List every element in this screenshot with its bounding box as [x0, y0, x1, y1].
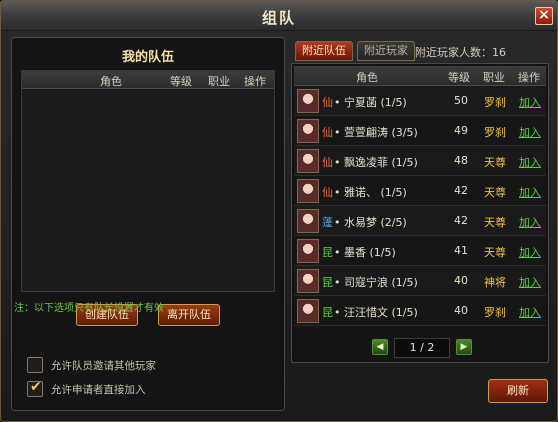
join-link[interactable]: 加入	[516, 244, 544, 260]
my-team-table-header: 角色 等级 职业 操作	[22, 71, 274, 89]
faction-badge: 仙	[322, 186, 333, 199]
avatar	[297, 149, 319, 173]
avatar	[297, 299, 319, 323]
join-link[interactable]: 加入	[516, 184, 544, 200]
allow-invite-checkbox[interactable]	[27, 357, 43, 373]
player-name: • 汪汪惜文 (1/5)	[334, 306, 418, 319]
refresh-button[interactable]: 刷新	[488, 379, 548, 403]
column-action: 操作	[244, 75, 266, 88]
avatar	[297, 209, 319, 233]
table-row: 蓬 • 水易梦 (2/5) 42 天尊 加入	[294, 206, 546, 236]
player-job: 罗刹	[484, 306, 506, 319]
player-job: 罗刹	[484, 96, 506, 109]
player-level: 40	[454, 304, 468, 317]
table-row: 仙 • 雅诺、 (1/5) 42 天尊 加入	[294, 176, 546, 206]
player-level: 42	[454, 184, 468, 197]
player-job: 罗刹	[484, 126, 506, 139]
checkmark-icon: ✔	[30, 379, 42, 395]
tab-nearby-players[interactable]: 附近玩家	[357, 41, 415, 61]
player-name: • 墨香 (1/5)	[334, 246, 396, 259]
column-action: 操作	[518, 71, 540, 84]
join-link[interactable]: 加入	[516, 274, 544, 290]
player-level: 49	[454, 124, 468, 137]
nearby-table-header: 角色 等级 职业 操作	[294, 66, 546, 86]
player-name: • 宁夏菡 (1/5)	[334, 96, 407, 109]
avatar	[297, 179, 319, 203]
player-name: • 雅诺、 (1/5)	[334, 186, 407, 199]
player-level: 42	[454, 214, 468, 227]
faction-badge: 昆	[322, 276, 333, 289]
table-row: 昆 • 司寇宁浪 (1/5) 40 神将 加入	[294, 266, 546, 296]
nearby-teams-table: 角色 等级 职业 操作 仙 • 宁夏菡 (1/5) 50 罗刹 加入仙 • 萱萱翩涛 (3…	[294, 66, 546, 328]
column-role: 角色	[100, 75, 122, 88]
player-name: • 飘逸凌菲 (1/5)	[334, 156, 418, 169]
avatar	[297, 119, 319, 143]
column-level: 等级	[170, 75, 192, 88]
nearby-count-value: 16	[492, 46, 506, 59]
player-job: 天尊	[484, 216, 506, 229]
title-bar[interactable]: 组队 ×	[1, 1, 557, 31]
column-role: 角色	[356, 71, 378, 84]
table-row: 仙 • 飘逸凌菲 (1/5) 48 天尊 加入	[294, 146, 546, 176]
my-team-panel: 我的队伍 角色 等级 职业 操作 创建队伍 离开队伍	[11, 37, 285, 411]
faction-badge: 昆	[322, 306, 333, 319]
table-row: 昆 • 墨香 (1/5) 41 天尊 加入	[294, 236, 546, 266]
pager: ◀ 1 / 2 ▶	[372, 338, 472, 358]
avatar	[297, 269, 319, 293]
table-row: 仙 • 萱萱翩涛 (3/5) 49 罗刹 加入	[294, 116, 546, 146]
faction-badge: 仙	[322, 126, 333, 139]
player-level: 40	[454, 274, 468, 287]
table-row: 仙 • 宁夏菡 (1/5) 50 罗刹 加入	[294, 86, 546, 116]
join-link[interactable]: 加入	[516, 214, 544, 230]
allow-invite-label: 允许队员邀请其他玩家	[51, 360, 156, 372]
faction-badge: 蓬	[322, 216, 333, 229]
tab-nearby-teams[interactable]: 附近队伍	[295, 41, 353, 61]
leader-note: 注：以下选项只有队长设置才有效	[14, 303, 164, 314]
player-name: • 水易梦 (2/5)	[334, 216, 407, 229]
join-link[interactable]: 加入	[516, 94, 544, 110]
faction-badge: 昆	[322, 246, 333, 259]
player-job: 神将	[484, 276, 506, 289]
player-level: 41	[454, 244, 468, 257]
nearby-teams-panel: 角色 等级 职业 操作 仙 • 宁夏菡 (1/5) 50 罗刹 加入仙 • 萱萱翩涛 (3…	[291, 63, 549, 363]
join-link[interactable]: 加入	[516, 154, 544, 170]
faction-badge: 仙	[322, 96, 333, 109]
my-team-table: 角色 等级 职业 操作	[21, 70, 275, 292]
join-link[interactable]: 加入	[516, 124, 544, 140]
nearby-player-count: 附近玩家人数：16	[415, 44, 506, 60]
team-window: 组队 × 我的队伍 角色 等级 职业 操作 创建队伍 离开队伍 注：以下选项只有…	[0, 0, 558, 422]
avatar	[297, 89, 319, 113]
player-job: 天尊	[484, 186, 506, 199]
table-row: 昆 • 汪汪惜文 (1/5) 40 罗刹 加入	[294, 296, 546, 326]
prev-page-icon[interactable]: ◀	[372, 339, 388, 355]
page-indicator: 1 / 2	[394, 338, 450, 358]
window-title: 组队	[261, 9, 296, 27]
player-name: • 司寇宁浪 (1/5)	[334, 276, 418, 289]
join-link[interactable]: 加入	[516, 304, 544, 320]
next-page-icon[interactable]: ▶	[456, 339, 472, 355]
column-level: 等级	[448, 71, 470, 84]
column-job: 职业	[483, 71, 505, 84]
allow-direct-join-label: 允许申请者直接加入	[51, 384, 146, 396]
column-job: 职业	[208, 75, 230, 88]
my-team-title: 我的队伍	[121, 50, 174, 65]
player-name: • 萱萱翩涛 (3/5)	[334, 126, 418, 139]
nearby-count-label: 附近玩家人数：	[415, 46, 492, 59]
player-job: 天尊	[484, 156, 506, 169]
faction-badge: 仙	[322, 156, 333, 169]
player-level: 48	[454, 154, 468, 167]
leave-team-button[interactable]: 离开队伍	[158, 304, 220, 326]
avatar	[297, 239, 319, 263]
player-job: 天尊	[484, 246, 506, 259]
allow-direct-join-checkbox[interactable]: ✔	[27, 379, 43, 397]
close-icon[interactable]: ×	[535, 7, 553, 25]
player-level: 50	[454, 94, 468, 107]
